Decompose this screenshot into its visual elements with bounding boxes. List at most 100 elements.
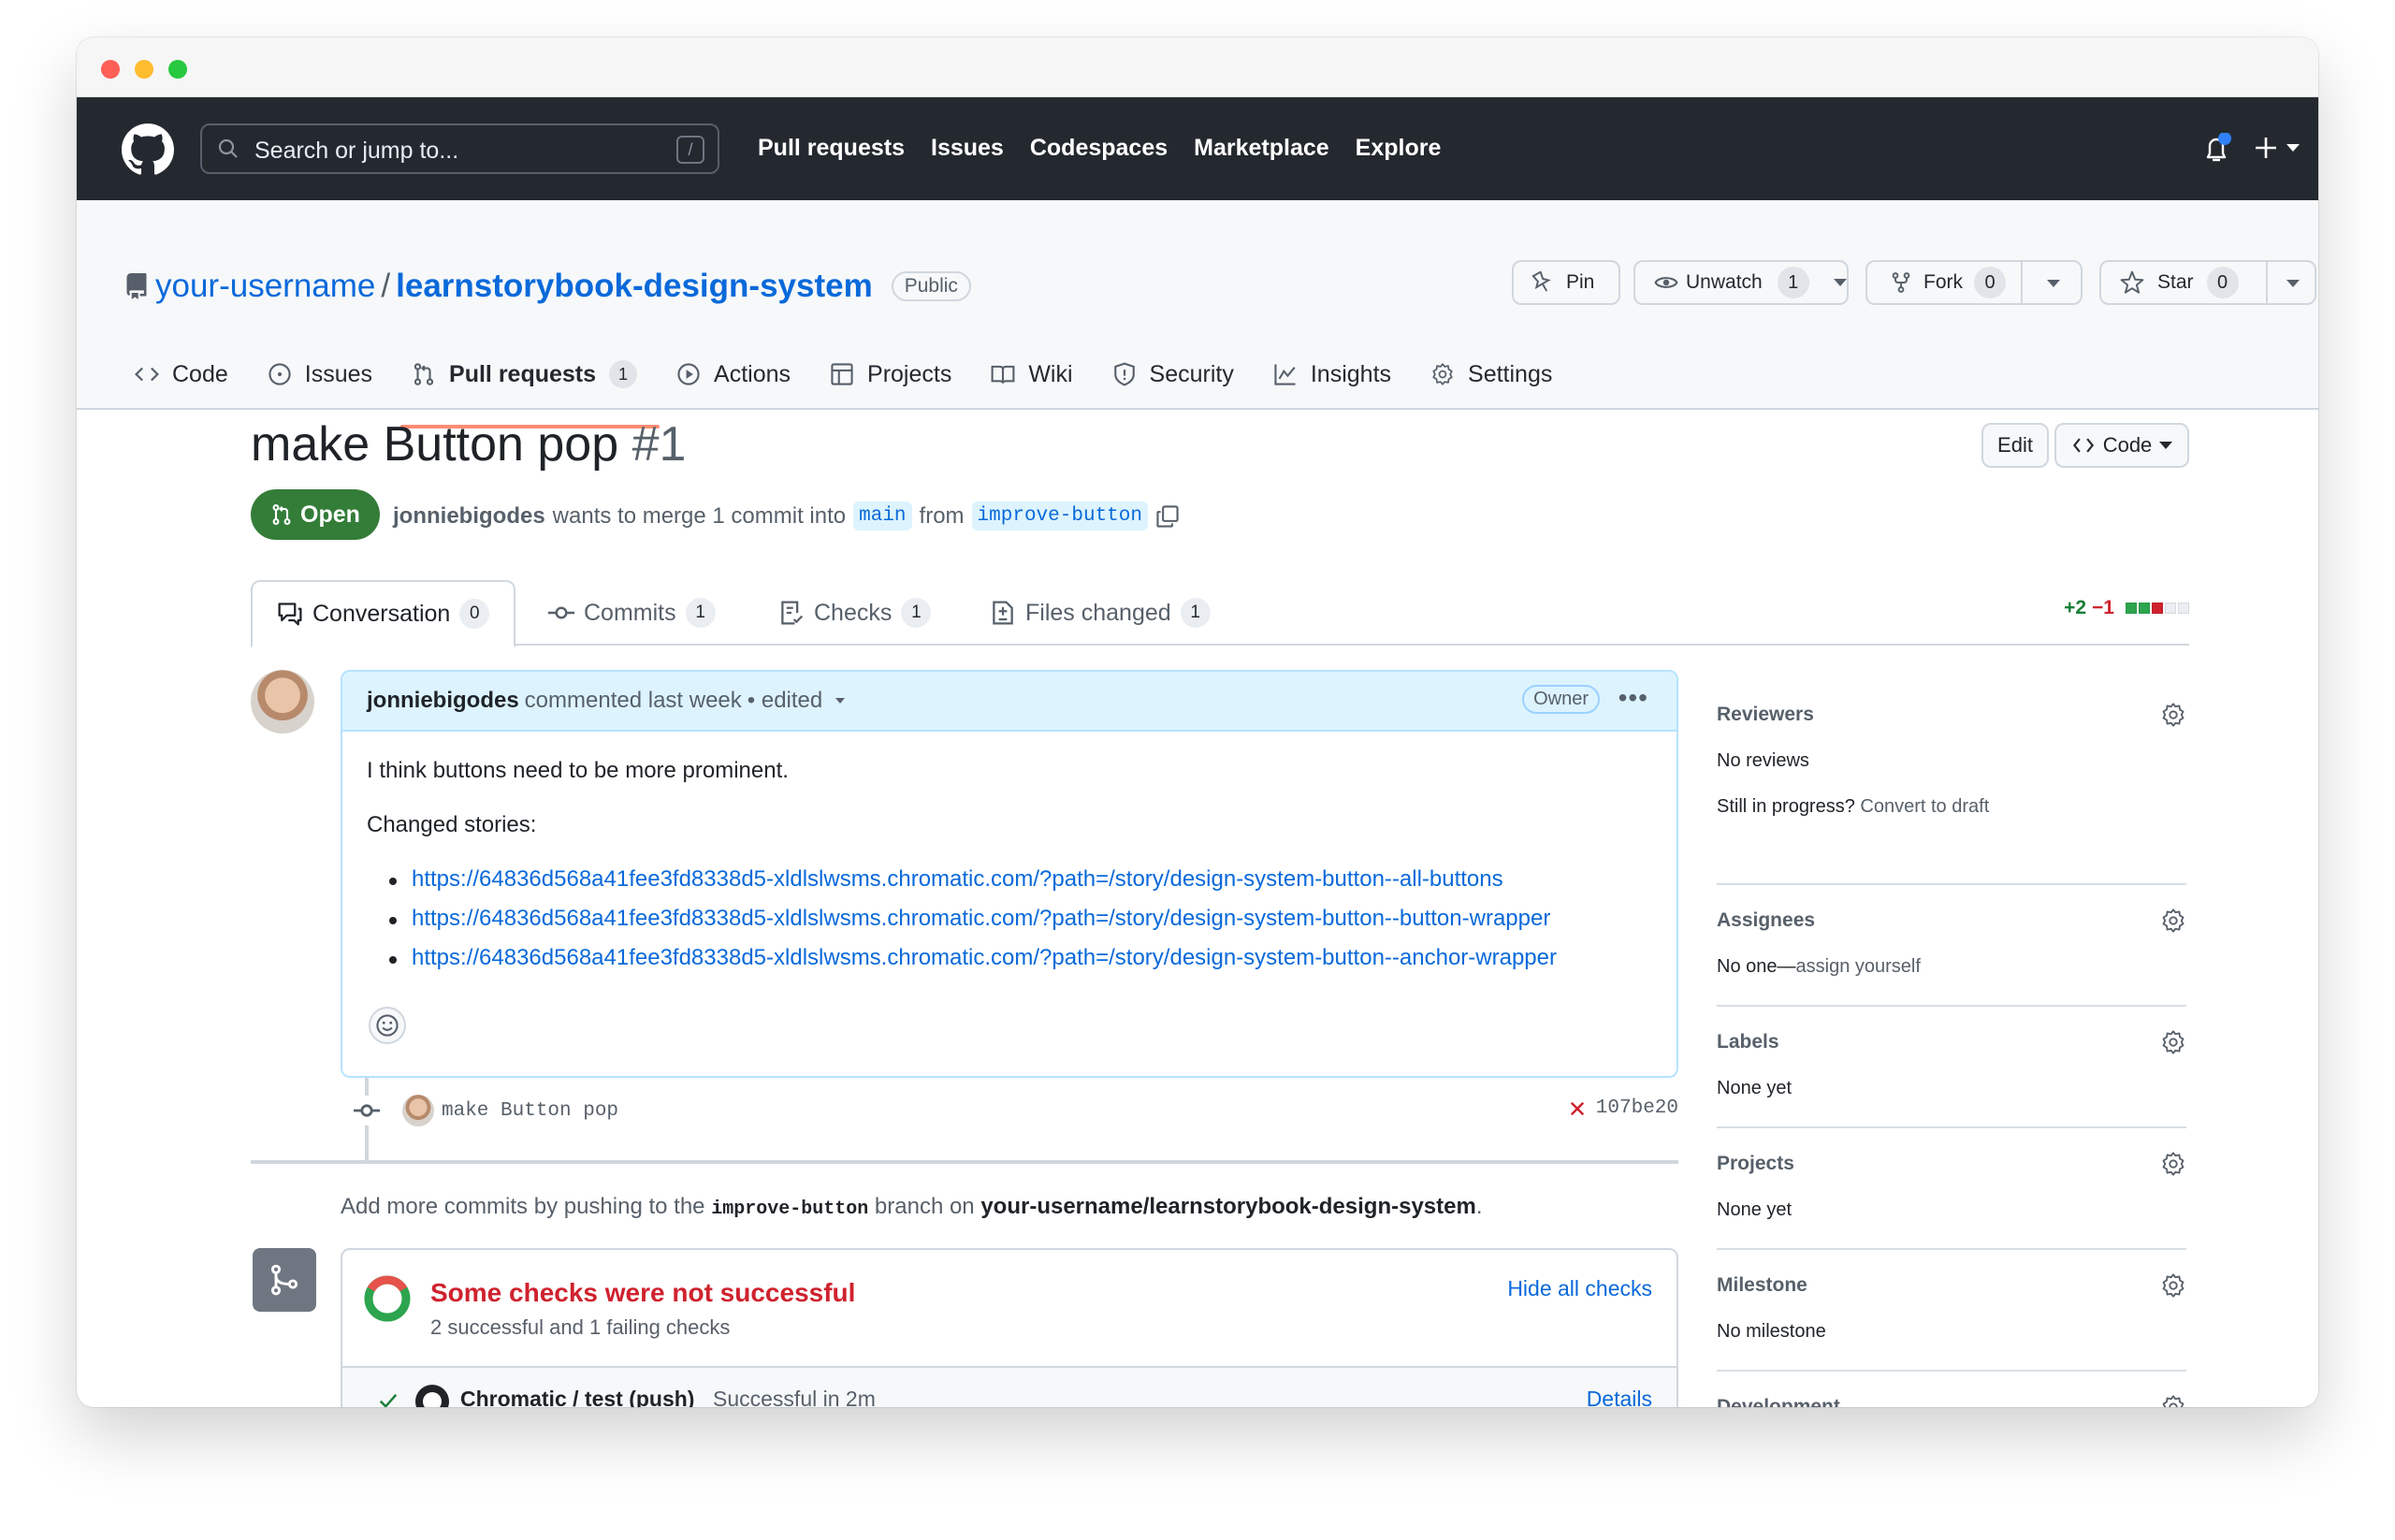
close-window-button[interactable]	[101, 60, 120, 79]
browser-window: Search or jump to... / Pull requests Iss…	[77, 37, 2318, 1407]
author-avatar[interactable]	[251, 670, 314, 734]
gear-icon[interactable]	[2160, 1029, 2186, 1060]
comment-timestamp[interactable]: commented last week	[525, 688, 742, 714]
star-dropdown-icon[interactable]	[2286, 280, 2300, 287]
pr-merge-summary: jonniebigodes wants to merge 1 commit in…	[393, 501, 1180, 530]
tab-code[interactable]: Code	[135, 354, 249, 395]
bell-icon	[2206, 132, 2231, 162]
sidebar-reviewers-title[interactable]: Reviewers	[1717, 704, 2186, 726]
tab-pull-requests[interactable]: Pull requests 1	[400, 354, 660, 429]
button-divider	[2021, 262, 2023, 303]
github-logo-icon[interactable]	[122, 123, 174, 176]
gear-icon[interactable]	[2160, 702, 2186, 733]
edited-dropdown[interactable]: • edited	[748, 688, 822, 714]
visibility-badge: Public	[891, 271, 971, 301]
tab-actions[interactable]: Actions	[676, 354, 811, 395]
chevron-down-icon	[2159, 442, 2173, 449]
commit-author-avatar[interactable]	[402, 1095, 434, 1126]
tab-conversation[interactable]: Conversation 0	[251, 580, 516, 647]
kebab-horizontal-icon[interactable]: •••	[1618, 683, 1648, 713]
search-input[interactable]: Search or jump to... /	[200, 123, 719, 174]
watch-count: 1	[1777, 267, 1809, 298]
tab-files-changed[interactable]: Files changed 1	[990, 580, 1211, 646]
tab-wiki[interactable]: Wiki	[991, 354, 1093, 395]
nav-marketplace[interactable]: Marketplace	[1194, 135, 1329, 162]
file-diff-icon	[993, 601, 1013, 625]
sidebar-milestone-title[interactable]: Milestone	[1717, 1274, 2186, 1297]
pr-title: make Button pop #1	[251, 416, 686, 472]
tab-settings[interactable]: Settings	[1430, 354, 1573, 395]
story-link[interactable]: https://64836d568a41fee3fd8338d5-xldlslw…	[367, 906, 1557, 936]
tab-issues[interactable]: Issues	[268, 354, 393, 395]
tab-conversation-label: Conversation	[312, 600, 451, 627]
graph-icon	[1274, 364, 1296, 385]
notifications-button[interactable]	[2200, 132, 2232, 171]
table-icon	[831, 363, 853, 385]
pr-tabs: Conversation 0 Commits 1 Checks 1 Files …	[251, 580, 2189, 647]
nav-issues[interactable]: Issues	[931, 135, 1004, 162]
no-one-text: No one—	[1717, 956, 1796, 977]
code-label: Code	[2102, 433, 2153, 457]
hide-all-checks-link[interactable]: Hide all checks	[1507, 1276, 1652, 1301]
pin-button[interactable]: Pin	[1512, 260, 1620, 305]
notification-dot	[2218, 132, 2231, 145]
fork-dropdown-icon[interactable]	[2047, 280, 2060, 287]
tab-insights[interactable]: Insights	[1273, 354, 1412, 395]
pr-number: #1	[631, 417, 687, 472]
tab-projects[interactable]: Projects	[830, 354, 972, 395]
star-button[interactable]: Star 0	[2099, 260, 2316, 305]
assign-yourself-link[interactable]: assign yourself	[1796, 956, 1921, 977]
sidebar-assignees-title[interactable]: Assignees	[1717, 909, 2186, 932]
x-icon[interactable]	[1568, 1099, 1587, 1118]
tab-wiki-label: Wiki	[1028, 360, 1073, 387]
code-dropdown-button[interactable]: Code	[2054, 423, 2189, 468]
gear-icon[interactable]	[2160, 1394, 2186, 1407]
conversation-count: 0	[459, 599, 490, 629]
comment-author-link[interactable]: jonniebigodes	[367, 688, 519, 714]
tab-actions-label: Actions	[714, 360, 791, 387]
push-info-middle: branch on	[874, 1194, 975, 1219]
check-run-row: Chromatic / test (push) Successful in 2m…	[342, 1366, 1676, 1407]
tab-projects-label: Projects	[867, 360, 952, 387]
sidebar-milestone: Milestone No milestone	[1717, 1250, 2186, 1372]
tab-commits[interactable]: Commits 1	[548, 580, 716, 646]
nav-pull-requests[interactable]: Pull requests	[758, 135, 905, 162]
diffstat-block-neutral	[2178, 603, 2189, 614]
nav-codespaces[interactable]: Codespaces	[1030, 135, 1168, 162]
sidebar-projects-title[interactable]: Projects	[1717, 1153, 2186, 1175]
minimize-window-button[interactable]	[135, 60, 153, 79]
gear-icon[interactable]	[2160, 1272, 2186, 1303]
story-link-list: https://64836d568a41fee3fd8338d5-xldlslw…	[367, 866, 1557, 975]
comment-body: I think buttons need to be more prominen…	[367, 758, 1557, 984]
nav-explore[interactable]: Explore	[1356, 135, 1442, 162]
sidebar-development-title[interactable]: Development	[1717, 1396, 2186, 1407]
tab-security[interactable]: Security	[1112, 354, 1255, 395]
repo-owner-link[interactable]: your-username	[155, 268, 375, 305]
story-link[interactable]: https://64836d568a41fee3fd8338d5-xldlslw…	[367, 866, 1557, 896]
copy-icon[interactable]	[1155, 504, 1180, 529]
smiley-icon	[376, 1014, 399, 1037]
story-link[interactable]: https://64836d568a41fee3fd8338d5-xldlslw…	[367, 945, 1557, 975]
repo-name-link[interactable]: learnstorybook-design-system	[396, 268, 873, 305]
check-details-link[interactable]: Details	[1587, 1387, 1652, 1407]
commit-sha-link[interactable]: 107be20	[1596, 1097, 1678, 1119]
base-branch[interactable]: main	[853, 501, 912, 530]
diffstat-blocks	[2126, 603, 2189, 614]
commit-icon	[548, 606, 574, 619]
fork-button[interactable]: Fork 0	[1865, 260, 2083, 305]
commit-message-link[interactable]: make Button pop	[442, 1100, 618, 1122]
gear-icon[interactable]	[2160, 908, 2186, 938]
sidebar-labels-title[interactable]: Labels	[1717, 1031, 2186, 1053]
button-divider	[2266, 262, 2268, 303]
chevron-down-icon	[1833, 279, 1847, 286]
edit-title-button[interactable]: Edit	[1981, 423, 2049, 468]
add-reaction-button[interactable]	[369, 1007, 406, 1044]
tab-checks[interactable]: Checks 1	[778, 580, 932, 646]
maximize-window-button[interactable]	[168, 60, 187, 79]
pr-author-link[interactable]: jonniebigodes	[393, 503, 545, 530]
create-new-button[interactable]	[2253, 135, 2300, 161]
gear-icon[interactable]	[2160, 1151, 2186, 1182]
head-branch[interactable]: improve-button	[971, 501, 1148, 530]
convert-to-draft-link[interactable]: Convert to draft	[1860, 796, 1989, 817]
unwatch-button[interactable]: Unwatch 1	[1633, 260, 1849, 305]
